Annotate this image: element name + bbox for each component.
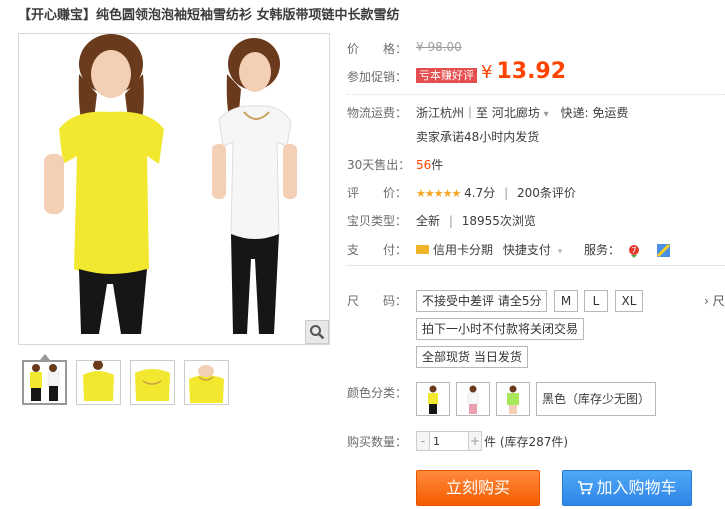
color-option-black[interactable]: 黑色（库存少无图）	[536, 382, 657, 416]
size-option-note-2[interactable]: 拍下一小时不付款将关闭交易	[416, 318, 585, 340]
credit-card-icon	[416, 245, 429, 254]
color-swatch-image	[467, 385, 479, 414]
rating-info: ★★★★★ 4.7分 | 200条评价	[416, 184, 576, 201]
price-label: 价 格：	[347, 42, 408, 56]
size-option-l[interactable]: L	[584, 290, 608, 312]
sales-label: 30天售出：	[347, 158, 411, 172]
rating-stars-icon: ★★★★★	[416, 187, 461, 200]
color-label: 颜色分类：	[347, 386, 408, 400]
color-option-yellow[interactable]	[416, 382, 450, 416]
stock-info: 件 (库存287件)	[484, 435, 569, 449]
sales-unit: 件	[431, 158, 444, 172]
credit-installment-link[interactable]: 信用卡分期	[433, 243, 493, 257]
chevron-down-icon: ▾	[557, 247, 563, 257]
original-price: ¥ 98.00	[416, 40, 462, 54]
thumbnail-image	[30, 364, 60, 401]
quantity-input[interactable]	[429, 432, 469, 450]
shipping-route[interactable]: 浙江杭州｜至 河北廊坊 ▾ 快递: 免运费	[416, 104, 628, 121]
quantity-decrease-button[interactable]: -	[417, 432, 429, 450]
thumbnail-2[interactable]	[76, 360, 121, 405]
review-count-link[interactable]: 200条评价	[517, 186, 576, 200]
product-type-label: 宝贝类型：	[347, 214, 408, 228]
shipping-promise: 卖家承诺48小时内发货	[416, 130, 540, 144]
add-to-cart-label: 加入购物车	[596, 478, 677, 497]
size-chart-link[interactable]: › 尺	[704, 292, 725, 309]
size-option-note-3[interactable]: 全部现货 当日发货	[416, 346, 528, 368]
service-label: 服务：	[584, 243, 621, 257]
currency-symbol: ¥	[481, 62, 493, 83]
zoom-button[interactable]	[305, 320, 329, 344]
promo-price-value: 13.92	[496, 59, 567, 84]
thumbnail-4[interactable]	[184, 360, 229, 405]
svg-text:7: 7	[631, 246, 636, 255]
product-type-info: 全新 | 18955次浏览	[416, 212, 536, 229]
product-title: 【开心赚宝】纯色圆领泡泡袖短袖雪纺衫 女韩版带项链中长款雪纺	[18, 8, 400, 23]
thumbnail-image	[189, 365, 224, 403]
quantity-stepper: - +	[416, 431, 482, 451]
shipping-fee: 快递: 免运费	[560, 106, 629, 120]
product-type-value: 全新	[416, 214, 441, 228]
shipping-route-text: 浙江杭州｜至 河北廊坊	[416, 106, 540, 120]
thumbnail-strip	[22, 354, 229, 405]
payment-options: 信用卡分期 快捷支付 ▾ 服务： 7	[416, 241, 671, 259]
thumbnail-image	[83, 361, 114, 401]
shipping-label: 物流运费：	[347, 106, 408, 120]
color-swatch-image	[428, 385, 438, 414]
thumbnail-image	[135, 369, 170, 401]
size-option-m[interactable]: M	[554, 290, 578, 312]
add-to-cart-button[interactable]: 加入购物车	[562, 470, 692, 506]
size-option-note[interactable]: 不接受中差评 请全5分	[416, 290, 548, 312]
view-count: 18955次浏览	[461, 214, 536, 228]
quick-pay-link[interactable]: 快捷支付	[503, 243, 551, 257]
divider	[347, 265, 725, 266]
buy-now-button[interactable]: 立刻购买	[416, 470, 540, 506]
service-guarantee-icon[interactable]	[656, 243, 671, 258]
quantity-label: 购买数量：	[347, 435, 408, 449]
main-product-image[interactable]	[18, 33, 330, 345]
product-photo	[19, 34, 329, 344]
color-swatch-image	[507, 385, 519, 414]
product-type-divider: |	[448, 214, 453, 228]
thumbnail-wrapper	[22, 354, 67, 405]
divider	[347, 94, 725, 95]
sales-count: 56	[416, 158, 432, 172]
promo-tag: 亏本赚好评	[416, 68, 477, 83]
magnifier-icon	[310, 325, 325, 340]
promo-label: 参加促销：	[347, 70, 408, 84]
quantity-increase-button[interactable]: +	[469, 432, 481, 450]
thumbnail-3[interactable]	[130, 360, 175, 405]
rating-score: 4.7分	[464, 186, 496, 200]
service-shield-icon[interactable]: 7	[626, 243, 642, 259]
payment-label: 支 付：	[347, 243, 408, 257]
cart-icon	[578, 480, 594, 494]
color-option-green[interactable]	[496, 382, 530, 416]
size-label: 尺 码：	[347, 294, 408, 308]
rating-divider: |	[504, 186, 509, 200]
promo-price: ¥13.92	[481, 59, 566, 84]
sales-count-wrap: 56件	[416, 156, 443, 173]
color-option-white[interactable]	[456, 382, 490, 416]
thumbnail-1[interactable]	[22, 360, 67, 405]
size-option-xl[interactable]: XL	[615, 290, 643, 312]
chevron-down-icon: ▾	[543, 109, 549, 120]
rating-label: 评 价：	[347, 186, 408, 200]
